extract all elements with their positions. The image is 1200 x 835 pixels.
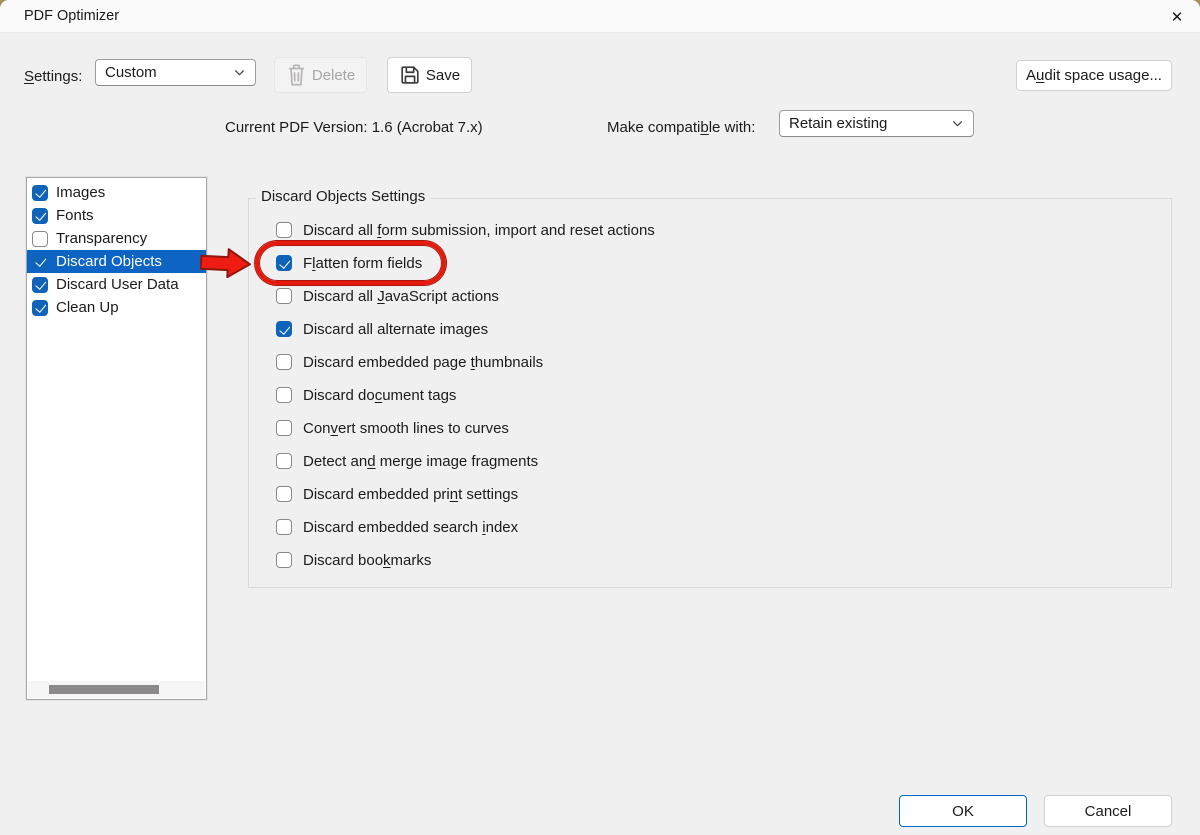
sidebar-item-label: Transparency <box>56 230 147 247</box>
checkbox[interactable] <box>276 354 292 370</box>
sidebar-item-transparency[interactable]: Transparency <box>27 227 206 250</box>
settings-dropdown-value: Custom <box>105 64 157 81</box>
option-row: Discard embedded page thumbnails <box>276 354 1171 370</box>
checkbox[interactable] <box>32 277 48 293</box>
compatibility-dropdown-value: Retain existing <box>789 115 887 132</box>
checkbox[interactable] <box>32 300 48 316</box>
delete-button[interactable]: Delete <box>274 57 367 93</box>
optimizer-category-list: Images Fonts Transparency Discard Objects Di… <box>26 177 207 700</box>
make-compatible-label: Make compatible with: <box>607 119 755 136</box>
pdf-optimizer-dialog: PDF Optimizer ✕ Settings: Custom Delete <box>0 0 1200 835</box>
trash-icon <box>286 63 307 87</box>
chevron-down-icon <box>951 117 964 130</box>
compatibility-dropdown[interactable]: Retain existing <box>779 110 974 137</box>
ok-button[interactable]: OK <box>899 795 1027 827</box>
checkbox[interactable] <box>32 185 48 201</box>
chevron-down-icon <box>233 66 246 79</box>
option-label: Discard embedded page thumbnails <box>303 354 543 371</box>
option-label: Detect and merge image fragments <box>303 453 538 470</box>
checkbox[interactable] <box>32 231 48 247</box>
sidebar-item-label: Images <box>56 184 105 201</box>
sidebar-item-discard-objects[interactable]: Discard Objects <box>27 250 206 273</box>
group-title: Discard Objects Settings <box>256 188 430 205</box>
sidebar-item-label: Discard Objects <box>56 253 162 270</box>
sidebar-item-discard-user-data[interactable]: Discard User Data <box>27 273 206 296</box>
sidebar-item-fonts[interactable]: Fonts <box>27 204 206 227</box>
highlight-oval-annotation <box>255 241 446 285</box>
checkbox[interactable] <box>276 387 292 403</box>
option-row: Discard embedded print settings <box>276 486 1171 502</box>
option-label: Discard document tags <box>303 387 456 404</box>
titlebar: PDF Optimizer ✕ <box>0 0 1200 33</box>
save-button-label: Save <box>426 67 460 84</box>
checkbox[interactable] <box>276 453 292 469</box>
option-label: Discard all JavaScript actions <box>303 288 499 305</box>
current-pdf-version-text: Current PDF Version: 1.6 (Acrobat 7.x) <box>225 119 483 136</box>
option-row: Discard all form submission, import and … <box>276 222 1171 238</box>
option-row: Discard embedded search index <box>276 519 1171 535</box>
checkbox[interactable] <box>276 519 292 535</box>
sidebar-item-label: Clean Up <box>56 299 119 316</box>
audit-space-usage-label: Audit space usage... <box>1026 67 1162 84</box>
ok-button-label: OK <box>952 803 974 820</box>
cancel-button[interactable]: Cancel <box>1044 795 1172 827</box>
save-icon <box>399 64 421 86</box>
sidebar-item-label: Fonts <box>56 207 94 224</box>
red-arrow-icon <box>200 245 254 283</box>
close-icon[interactable]: ✕ <box>1163 4 1191 29</box>
cancel-button-label: Cancel <box>1085 803 1132 820</box>
option-row: Discard document tags <box>276 387 1171 403</box>
window-title: PDF Optimizer <box>24 0 119 33</box>
sidebar-item-images[interactable]: Images <box>27 181 206 204</box>
sidebar-item-clean-up[interactable]: Clean Up <box>27 296 206 319</box>
option-row: Discard all alternate images <box>276 321 1171 337</box>
option-label: Discard all alternate images <box>303 321 488 338</box>
checkbox[interactable] <box>276 420 292 436</box>
option-label: Convert smooth lines to curves <box>303 420 509 437</box>
checkbox[interactable] <box>276 486 292 502</box>
checkbox[interactable] <box>276 552 292 568</box>
option-label: Discard embedded print settings <box>303 486 518 503</box>
scrollbar-thumb[interactable] <box>49 685 159 694</box>
checkbox[interactable] <box>276 222 292 238</box>
option-label: Discard embedded search index <box>303 519 518 536</box>
audit-space-usage-button[interactable]: Audit space usage... <box>1016 60 1172 91</box>
option-row: Discard bookmarks <box>276 552 1171 568</box>
option-label: Discard bookmarks <box>303 552 431 569</box>
horizontal-scrollbar[interactable] <box>28 681 205 698</box>
save-button[interactable]: Save <box>387 57 472 93</box>
settings-label: Settings: <box>24 68 82 85</box>
settings-dropdown[interactable]: Custom <box>95 59 256 86</box>
checkbox[interactable] <box>276 321 292 337</box>
option-row: Convert smooth lines to curves <box>276 420 1171 436</box>
sidebar-item-label: Discard User Data <box>56 276 179 293</box>
delete-button-label: Delete <box>312 67 355 84</box>
checkbox[interactable] <box>32 208 48 224</box>
option-row: Detect and merge image fragments <box>276 453 1171 469</box>
option-row: Discard all JavaScript actions <box>276 288 1171 304</box>
checkbox[interactable] <box>276 288 292 304</box>
checkbox[interactable] <box>32 254 48 270</box>
option-label: Discard all form submission, import and … <box>303 222 655 239</box>
